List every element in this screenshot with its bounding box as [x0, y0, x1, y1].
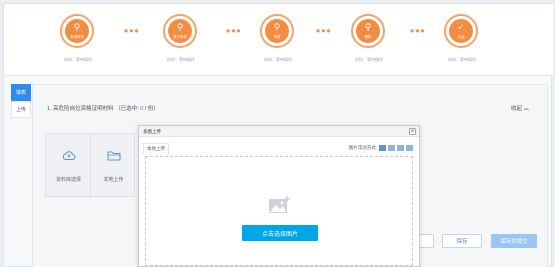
step-circle: ⚲ 审核 [260, 14, 294, 48]
check-icon: ✓ [457, 22, 465, 32]
image-drop-area[interactable]: 点击选择图片 [145, 156, 413, 266]
selected-prefix: （已选中: [115, 106, 139, 112]
step-authorize: ⚲ 授权 时间：等待操作 [329, 14, 409, 74]
tab-upload[interactable]: 上传 [11, 101, 31, 118]
close-icon[interactable]: × [409, 128, 416, 135]
choose-images-button[interactable]: 点击选择图片 [242, 225, 318, 241]
collapse-label: 收起 [510, 106, 522, 112]
step-time: 时间：等待操作 [355, 57, 383, 62]
library-select-label: 资料库选择 [55, 177, 81, 183]
dialog-title: 多图上传 [143, 129, 161, 134]
step-icon: ⚲ [176, 22, 184, 32]
image-placeholder-icon [268, 195, 292, 215]
step-time: 时间：等待操作 [264, 57, 292, 62]
step-time: 时间：等待操作 [167, 57, 195, 62]
local-upload-label: 本地上传 [103, 177, 124, 183]
local-upload-button[interactable]: 本地上传 [91, 134, 136, 198]
step-separator: ••• [124, 24, 140, 38]
multi-image-upload-dialog: 多图上传 × 本地上传 图片浮动方式: 点击选择图片 [138, 125, 420, 267]
step-circle: ⚲ 授权 [351, 14, 385, 48]
dialog-header: 多图上传 × [139, 126, 419, 137]
step-icon: ⚲ [364, 22, 372, 32]
float-label: 图片浮动方式: [348, 145, 377, 150]
side-tabs: 填表 上传 [11, 84, 31, 118]
collapse-toggle[interactable]: 收起 ︽ [511, 104, 529, 112]
step-label: 申请填写 [70, 35, 84, 39]
save-button[interactable]: 保存 [442, 234, 482, 248]
step-label: 审核 [273, 35, 281, 39]
image-float-options: 图片浮动方式: [349, 145, 413, 151]
cloud-upload-icon [46, 150, 91, 164]
step-review: ⚲ 审核 时间：等待操作 [238, 14, 318, 74]
tab-fill[interactable]: 填表 [11, 84, 31, 101]
float-left-icon[interactable] [388, 145, 395, 151]
step-circle: ⚲ 申请填写 [60, 14, 94, 48]
save-submit-button[interactable]: 保存并提交 [491, 234, 537, 248]
step-label: 授权 [364, 35, 372, 39]
step-icon: ⚲ [73, 22, 81, 32]
progress-steps: ⚲ 申请填写 时间：等待操作 ••• ⚲ 提交审核 时间：等待操作 ••• ⚲ … [4, 4, 553, 76]
float-none-icon[interactable] [379, 145, 386, 151]
step-icon: ⚲ [273, 22, 281, 32]
step-circle: ✓ 办结 [444, 14, 478, 48]
float-right-icon[interactable] [397, 145, 404, 151]
folder-icon [91, 150, 136, 164]
step-label: 办结 [457, 35, 465, 39]
step-submit-review: ⚲ 提交审核 时间：等待操作 [141, 14, 221, 74]
step-time: 时间：等待操作 [448, 57, 476, 62]
material-title: 1. 高危险岗位资格证明材料 （已选中: 0 / 份） [47, 104, 159, 112]
tab-local-upload[interactable]: 本地上传 [143, 143, 169, 154]
selected-suffix: / 份） [144, 106, 159, 112]
chevron-up-icon: ︽ [523, 106, 529, 112]
material-name: 1. 高危险岗位资格证明材料 [47, 106, 114, 112]
step-apply: ⚲ 申请填写 时间：等待操作 [38, 14, 118, 74]
step-label: 提交审核 [173, 35, 187, 39]
step-time: 时间：等待操作 [64, 57, 92, 62]
upload-options: 资料库选择 本地上传 [45, 133, 136, 198]
library-select-button[interactable]: 资料库选择 [46, 134, 91, 198]
page: ⚲ 申请填写 时间：等待操作 ••• ⚲ 提交审核 时间：等待操作 ••• ⚲ … [0, 0, 555, 267]
step-circle: ⚲ 提交审核 [163, 14, 197, 48]
float-center-icon[interactable] [406, 145, 413, 151]
step-complete: ✓ 办结 时间：等待操作 [422, 14, 502, 74]
selected-count: 0 [140, 106, 144, 112]
